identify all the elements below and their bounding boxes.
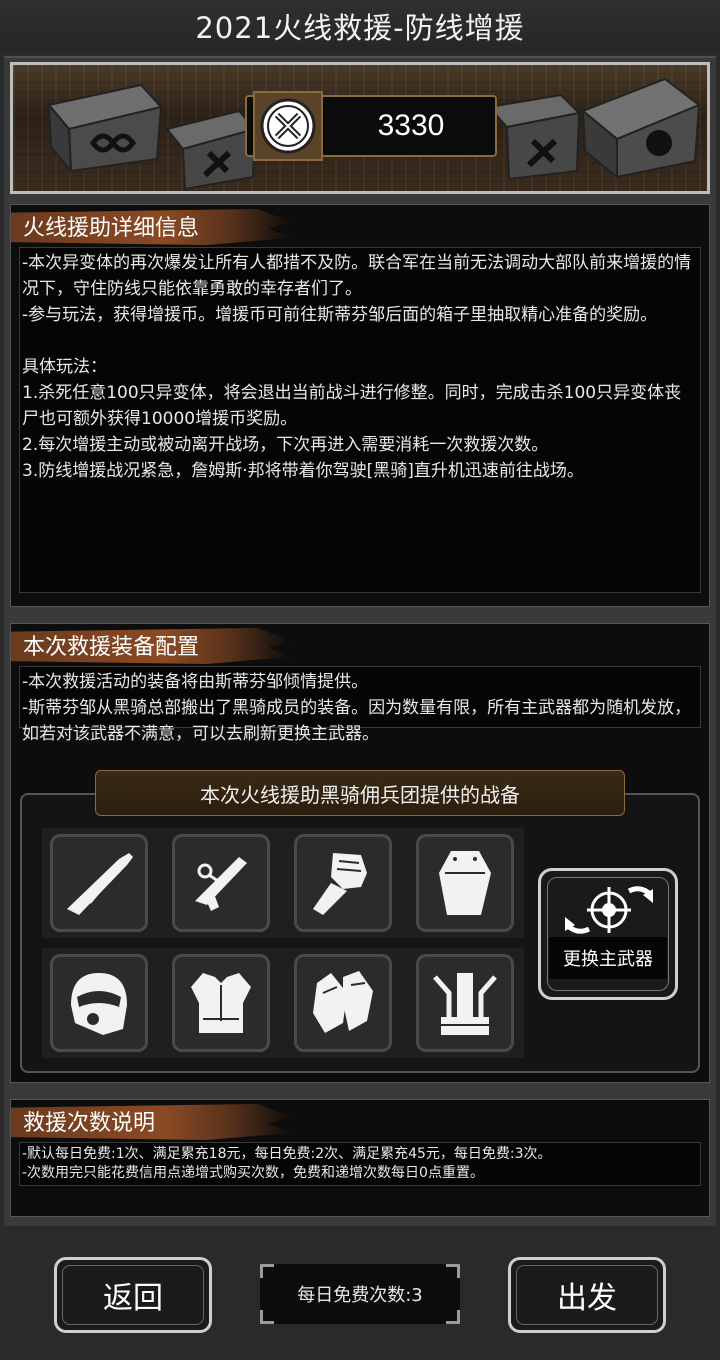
gloves-icon [313, 971, 373, 1033]
backpack-rig-icon [433, 973, 497, 1035]
body-armor-icon [191, 973, 251, 1033]
reinforcement-coin-icon [253, 91, 323, 161]
pistol-icon [195, 857, 247, 911]
page-title: 2021火线救援-防线增援 [0, 0, 720, 52]
slot-rifle[interactable] [50, 834, 148, 932]
back-button[interactable]: 返回 [54, 1257, 212, 1333]
rescue-text: -默认每日免费:1次、满足累充18元，每日免费:2次、满足累充45元，每日免费:… [19, 1142, 701, 1186]
slot-body-armor[interactable] [172, 954, 270, 1052]
infinity-crate-icon [47, 83, 163, 173]
info-text: -本次异变体的再次爆发让所有人都措不及防。联合军在当前无法调动大部队前来增援的情… [19, 247, 701, 593]
equip-header: 本次救援装备配置 [11, 624, 709, 666]
slot-backpack-rig[interactable] [416, 954, 514, 1052]
depart-button[interactable]: 出发 [508, 1257, 666, 1333]
daily-free-count: 每日免费次数:3 [260, 1264, 460, 1324]
coin-count: 3330 [377, 109, 445, 142]
swap-weapon-label: 更换主武器 [549, 937, 667, 979]
fist-icon [313, 853, 367, 915]
slot-helmet[interactable] [50, 954, 148, 1052]
rescue-header: 救援次数说明 [11, 1100, 709, 1142]
slot-fist[interactable] [294, 834, 392, 932]
refresh-target-icon [565, 886, 653, 934]
equip-text: -本次救援活动的装备将由斯蒂芬邹倾情提供。 -斯蒂芬邹从黑骑总部搬出了黑骑成员的… [19, 666, 701, 744]
info-header: 火线援助详细信息 [11, 205, 709, 247]
helmet-icon [71, 973, 127, 1035]
sword-crate-right-icon [487, 93, 582, 181]
swap-weapon-button[interactable]: 更换主武器 [538, 868, 678, 1000]
skull-crate-icon [581, 77, 701, 180]
reward-banner: 3330 [10, 62, 710, 194]
slot-armor-plate[interactable] [416, 834, 514, 932]
equipment-panel-title: 本次火线援助黑骑佣兵团提供的战备 [95, 770, 625, 816]
coin-display: 3330 [245, 91, 497, 161]
slot-pistol[interactable] [172, 834, 270, 932]
armor-plate-icon [439, 851, 491, 915]
slot-gloves[interactable] [294, 954, 392, 1052]
info-section: 火线援助详细信息 -本次异变体的再次爆发让所有人都措不及防。联合军在当前无法调动… [10, 204, 710, 607]
rifle-icon [67, 853, 133, 915]
rescue-section: 救援次数说明 -默认每日免费:1次、满足累充18元，每日免费:2次、满足累充45… [10, 1099, 710, 1217]
